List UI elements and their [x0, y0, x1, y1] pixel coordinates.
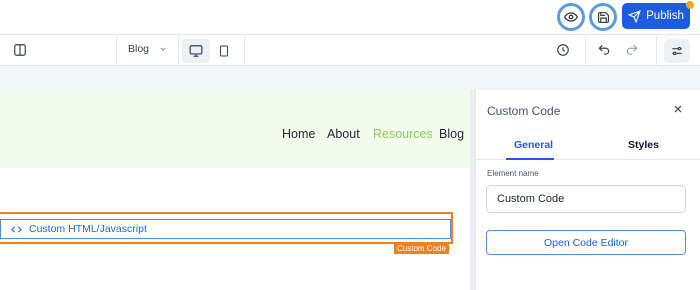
editor-toolbar: Blog [0, 34, 700, 66]
undo-button[interactable] [597, 43, 611, 57]
mobile-icon [220, 45, 228, 57]
nav-about[interactable]: About [327, 127, 360, 141]
site-header[interactable]: Home About Resources Blog [0, 90, 470, 168]
desktop-icon [189, 45, 203, 57]
element-name-input[interactable]: Custom Code [486, 185, 686, 213]
desktop-view-button[interactable] [182, 39, 210, 63]
page-select-value: Blog [128, 43, 150, 55]
publish-button[interactable]: Publish [622, 3, 690, 29]
save-icon [597, 11, 609, 23]
panel-toggle-icon [14, 44, 26, 56]
active-tab-indicator [506, 158, 554, 160]
page-select[interactable]: Blog [128, 43, 167, 55]
toolbar-divider [178, 35, 179, 66]
nav-blog[interactable]: Blog [439, 127, 464, 141]
custom-code-element[interactable]: Custom HTML/Javascript [0, 212, 453, 244]
canvas-gutter [0, 66, 700, 90]
save-button[interactable] [589, 3, 617, 31]
close-button[interactable] [672, 102, 684, 120]
top-bar: Publish [0, 0, 700, 34]
sliders-icon [672, 46, 682, 56]
code-icon [11, 225, 22, 233]
notification-dot [686, 1, 694, 9]
close-icon [674, 105, 682, 113]
chevron-down-icon [160, 47, 166, 51]
history-button[interactable] [556, 43, 570, 57]
settings-button[interactable] [664, 39, 690, 63]
custom-code-content[interactable]: Custom HTML/Javascript [0, 219, 451, 239]
panel-title: Custom Code [487, 104, 561, 118]
send-icon [628, 9, 641, 23]
panel-tabs: General Styles [476, 134, 700, 160]
custom-code-label: Custom HTML/Javascript [29, 223, 147, 235]
tab-general[interactable]: General [514, 139, 553, 151]
nav-resources[interactable]: Resources [373, 127, 433, 141]
toolbar-divider [116, 35, 117, 66]
nav-home[interactable]: Home [282, 127, 315, 141]
element-name-label: Element name [487, 169, 539, 178]
toolbar-divider [585, 35, 586, 66]
redo-button[interactable] [625, 43, 639, 57]
undo-icon [598, 44, 610, 55]
preview-button[interactable] [557, 3, 585, 31]
device-switcher [182, 39, 238, 63]
panel-toggle-button[interactable] [13, 43, 27, 57]
toolbar-divider [244, 35, 245, 66]
history-icon [557, 44, 569, 56]
mobile-view-button[interactable] [210, 39, 238, 63]
page-canvas: Home About Resources Blog Custom HTML/Ja… [0, 90, 470, 290]
toolbar-divider [656, 35, 657, 66]
element-settings-panel: Custom Code General Styles Element name … [475, 90, 700, 290]
publish-label: Publish [646, 10, 684, 22]
eye-icon [564, 12, 578, 22]
redo-icon [626, 44, 638, 55]
tab-styles[interactable]: Styles [628, 139, 659, 151]
open-code-editor-button[interactable]: Open Code Editor [486, 230, 686, 255]
element-type-badge: Custom Code [394, 243, 449, 254]
